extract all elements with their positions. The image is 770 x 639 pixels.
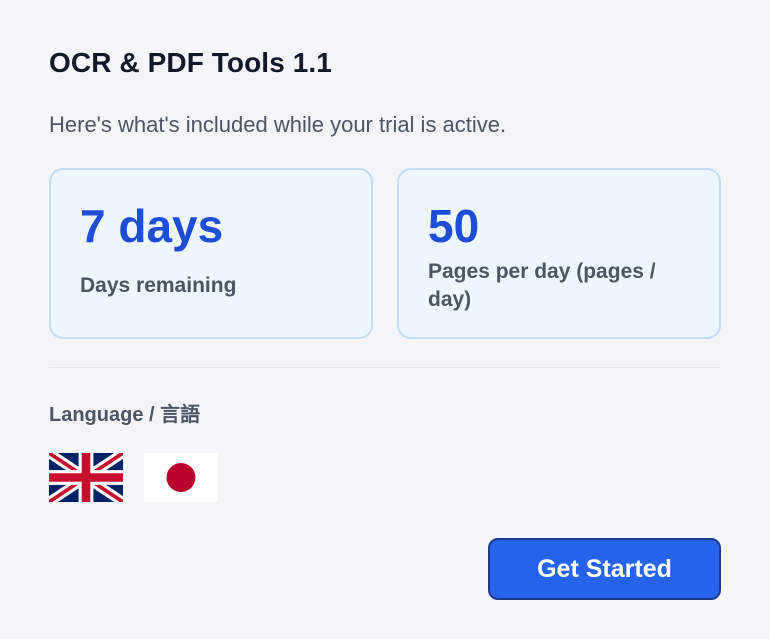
pages-per-day-card: 50 Pages per day (pages / day): [397, 168, 721, 339]
language-label: Language / 言語: [49, 404, 201, 426]
divider: [49, 367, 721, 368]
language-option-english[interactable]: [49, 453, 123, 502]
days-remaining-value: 7 days: [80, 200, 224, 252]
pages-per-day-value: 50: [428, 200, 480, 252]
pages-per-day-label: Pages per day (pages / day): [428, 260, 656, 311]
days-remaining-label: Days remaining: [80, 274, 237, 297]
japan-flag-icon: [144, 453, 218, 502]
get-started-button[interactable]: Get Started: [488, 538, 721, 600]
language-option-japanese[interactable]: [144, 453, 218, 502]
trial-panel: OCR & PDF Tools 1.1 Here's what's includ…: [0, 0, 770, 639]
days-remaining-card: 7 days Days remaining: [49, 168, 373, 339]
page-subtitle: Here's what's included while your trial …: [49, 112, 507, 137]
page-title: OCR & PDF Tools 1.1: [49, 47, 332, 78]
uk-flag-icon: [49, 453, 123, 502]
